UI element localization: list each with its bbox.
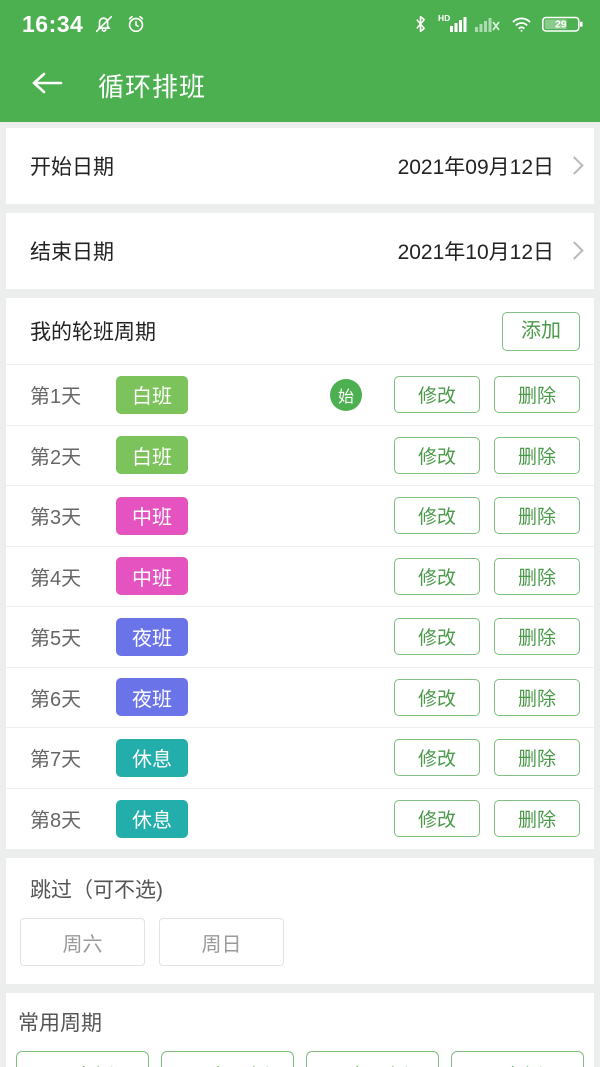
hd-icon: HD <box>437 13 467 35</box>
common-cycles-title: 常用周期 <box>18 1012 102 1035</box>
day-label: 第8天 <box>30 810 82 833</box>
shift-cycle-header: 我的轮班周期 添加 <box>6 298 594 365</box>
day-label: 第5天 <box>30 628 82 651</box>
common-cycles-card: 常用周期 二班倒四班三倒四班三倒2 二班倒2 <box>6 993 594 1067</box>
edit-shift-button[interactable]: 修改 <box>394 436 480 474</box>
shift-row-list: 第1天白班始修改删除第2天白班始修改删除第3天中班始修改删除第4天中班始修改删除… <box>6 365 594 849</box>
status-bar: 16:34 HD 29 <box>0 0 600 48</box>
day-label: 第1天 <box>30 386 82 409</box>
delete-shift-button[interactable]: 删除 <box>494 497 580 535</box>
common-cycle-preset-button[interactable]: 二班倒2 <box>451 1051 584 1067</box>
signal-no-service-icon <box>475 13 501 35</box>
delete-shift-button[interactable]: 删除 <box>494 557 580 595</box>
shift-type-badge: 白班 <box>116 436 188 475</box>
delete-shift-button[interactable]: 删除 <box>494 800 580 838</box>
day-label: 第3天 <box>30 507 82 530</box>
back-button[interactable] <box>26 64 68 106</box>
table-row: 第7天休息始修改删除 <box>6 728 594 789</box>
day-label: 第4天 <box>30 567 82 590</box>
shift-type-badge: 夜班 <box>116 617 188 656</box>
skip-card: 跳过（可不选) 周六 周日 <box>6 858 594 984</box>
skip-day-button[interactable]: 周日 <box>159 918 284 966</box>
end-date-value: 2021年10月12日 <box>397 241 554 264</box>
edit-shift-button[interactable]: 修改 <box>394 678 480 716</box>
delete-shift-button[interactable]: 删除 <box>494 678 580 716</box>
app-bar: 循环排班 <box>0 48 600 122</box>
delete-shift-button[interactable]: 删除 <box>494 739 580 777</box>
common-cycles-options: 二班倒四班三倒四班三倒2 二班倒2 <box>6 1051 594 1067</box>
status-bar-right: HD 29 <box>412 13 584 35</box>
shift-cycle-card: 我的轮班周期 添加 第1天白班始修改删除第2天白班始修改删除第3天中班始修改删除… <box>6 298 594 849</box>
start-date-card: 开始日期 2021年09月12日 <box>6 128 594 204</box>
table-row: 第6天夜班始修改删除 <box>6 668 594 728</box>
status-time: 16:34 <box>22 10 84 37</box>
bell-muted-icon <box>93 13 115 35</box>
table-row: 第4天中班始修改删除 <box>6 547 594 607</box>
app-root: 16:34 HD 29 循环排班 开始日期 2021年09月12日 结束日期 2… <box>0 0 600 1067</box>
skip-title: 跳过（可不选) <box>30 879 163 902</box>
skip-day-button[interactable]: 周六 <box>20 918 145 966</box>
edit-shift-button[interactable]: 修改 <box>394 557 480 595</box>
shift-type-badge: 夜班 <box>116 678 188 717</box>
delete-shift-button[interactable]: 删除 <box>494 436 580 474</box>
content-scroll[interactable]: 开始日期 2021年09月12日 结束日期 2021年10月12日 我的轮班周期… <box>0 122 600 1067</box>
day-label: 第7天 <box>30 749 82 772</box>
shift-type-badge: 中班 <box>116 496 188 535</box>
table-row: 第8天休息始修改删除 <box>6 789 594 850</box>
back-arrow-icon <box>30 69 64 102</box>
shift-cycle-title: 我的轮班周期 <box>30 321 156 344</box>
edit-shift-button[interactable]: 修改 <box>394 618 480 656</box>
start-date-value: 2021年09月12日 <box>397 156 554 179</box>
bluetooth-icon <box>412 13 429 35</box>
day-label: 第2天 <box>30 446 82 469</box>
common-cycle-preset-button[interactable]: 四班三倒2 <box>306 1051 439 1067</box>
cycle-start-badge: 始 <box>330 378 362 411</box>
end-date-card: 结束日期 2021年10月12日 <box>6 213 594 289</box>
page-title: 循环排班 <box>98 71 207 102</box>
svg-text:HD: HD <box>438 13 450 23</box>
table-row: 第2天白班始修改删除 <box>6 426 594 486</box>
shift-type-badge: 中班 <box>116 557 188 596</box>
status-bar-left: 16:34 <box>22 10 147 37</box>
wifi-icon <box>509 13 534 35</box>
end-date-row[interactable]: 结束日期 2021年10月12日 <box>6 213 594 289</box>
shift-type-badge: 白班 <box>116 375 188 414</box>
common-cycle-preset-button[interactable]: 二班倒 <box>16 1051 149 1067</box>
table-row: 第3天中班始修改删除 <box>6 486 594 547</box>
table-row: 第1天 白班 始修改 删除 <box>6 365 594 426</box>
battery-icon: 29 <box>542 13 584 35</box>
svg-text:29: 29 <box>555 19 567 31</box>
shift-type-badge: 休息 <box>116 738 188 777</box>
add-shift-button[interactable]: 添加 <box>502 311 580 351</box>
edit-shift-button[interactable]: 修改 <box>394 376 480 414</box>
table-row: 第5天夜班始修改删除 <box>6 607 594 668</box>
common-cycle-preset-button[interactable]: 四班三倒 <box>161 1051 294 1067</box>
chevron-right-icon <box>568 240 580 262</box>
edit-shift-button[interactable]: 修改 <box>394 800 480 838</box>
edit-shift-button[interactable]: 修改 <box>394 739 480 777</box>
skip-options: 周六 周日 <box>6 918 594 966</box>
shift-type-badge: 休息 <box>116 799 188 838</box>
chevron-right-icon <box>568 155 580 177</box>
end-date-label: 结束日期 <box>30 241 114 264</box>
edit-shift-button[interactable]: 修改 <box>394 497 480 535</box>
day-label: 第6天 <box>30 688 82 711</box>
start-date-label: 开始日期 <box>30 156 114 179</box>
delete-shift-button[interactable]: 删除 <box>494 376 580 414</box>
start-date-row[interactable]: 开始日期 2021年09月12日 <box>6 128 594 204</box>
alarm-clock-icon <box>125 13 147 35</box>
delete-shift-button[interactable]: 删除 <box>494 618 580 656</box>
